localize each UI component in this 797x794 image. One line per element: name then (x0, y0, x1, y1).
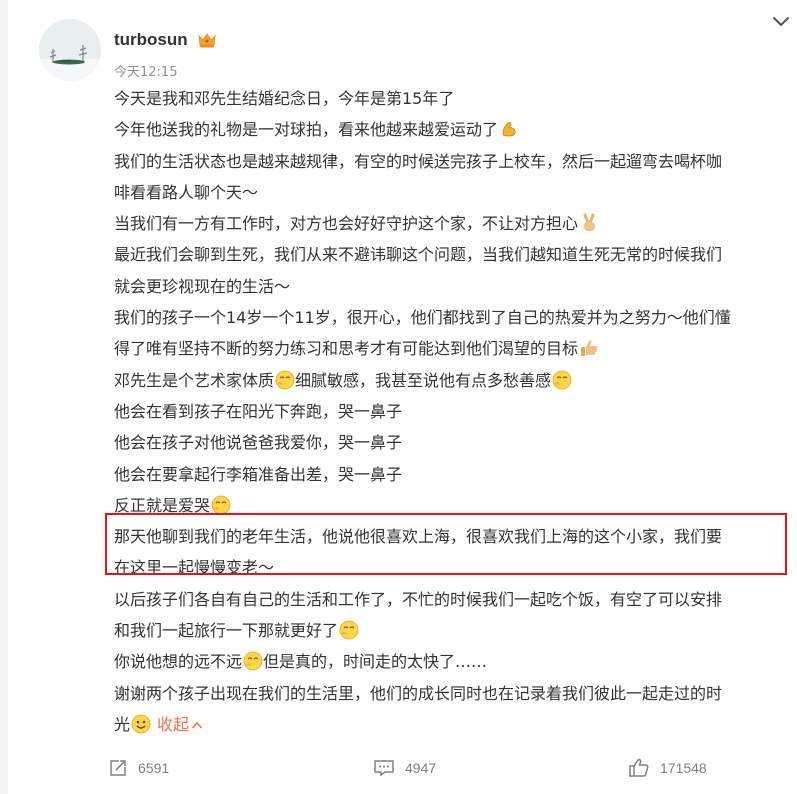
line-text: 最近我们会聊到生死，我们从来不避讳聊这个问题，当我们越知道生死无常的时候我们 (114, 245, 723, 265)
username[interactable]: turbosun (114, 30, 188, 50)
text-line: 他会在孩子对他说爸爸我爱你，哭一鼻子 (114, 427, 784, 458)
text-line: 你说他想的远不远 但是真的，时间走的太快了…… (114, 646, 784, 677)
comment-count: 4947 (405, 760, 437, 776)
like-button[interactable]: 171548 (628, 758, 707, 778)
chevron-up-icon[interactable] (191, 720, 203, 730)
post-body: 今天是我和邓先生结婚纪念日，今年是第15年了 今年他送我的礼物是一对球拍，看来他… (114, 83, 784, 740)
comment-button[interactable]: 4947 (373, 758, 436, 778)
line-text: 他会在孩子对他说爸爸我爱你，哭一鼻子 (114, 433, 403, 453)
highlight-box (105, 513, 787, 575)
repost-button[interactable]: 6591 (108, 758, 169, 778)
avatar-image (39, 19, 101, 81)
text-line: 他会在要拿起行李箱准备出差，哭一鼻子 (114, 459, 784, 490)
line-text: 我们的生活状态也是越来越规律，有空的时候送完孩子上校车，然后一起遛弯去喝杯咖 (114, 151, 723, 171)
thumbs-up-emoji-icon (581, 340, 598, 357)
text-line: 今年他送我的礼物是一对球拍，看来他越来越爱运动了 (114, 114, 784, 145)
text-line: 光 收起 (114, 709, 784, 740)
line-text: 他会在要拿起行李箱准备出差，哭一鼻子 (114, 464, 403, 484)
chevron-down-icon[interactable] (771, 14, 791, 30)
text-line: 谢谢两个孩子出现在我们的生活里，他们的成长同时也在记录着我们彼此一起走过的时 (114, 678, 784, 709)
line-text: 反正就是爱哭 (114, 495, 211, 515)
post-timestamp[interactable]: 今天12:15 (114, 61, 177, 80)
line-text: 以后孩子们各自有自己的生活和工作了，不忙的时候我们一起吃个饭，有空了可以安排 (114, 589, 723, 609)
line-text: 细腻敏感，我甚至说他有点多愁善感 (295, 370, 552, 390)
sly-smile-emoji-icon (243, 651, 263, 671)
collapse-label[interactable]: 收起 (157, 715, 189, 734)
thumbs-up-icon (629, 758, 649, 777)
line-text: 但是真的，时间走的太快了…… (263, 652, 488, 672)
line-text: 和我们一起旅行一下那就更好了 (114, 621, 339, 641)
weibo-post-card: turbosun 今天12:15 今天是我和邓先生结婚纪念日，今年是第15年了 … (8, 0, 797, 794)
line-text: 我们的孩子一个14岁一个11岁，很开心，他们都找到了自己的热爱并为之努力～他们懂 (114, 308, 731, 328)
text-line: 得了唯有坚持不断的努力练习和思考才有可能达到他们渴望的目标 (114, 333, 784, 364)
text-line: 他会在看到孩子在阳光下奔跑，哭一鼻子 (114, 396, 784, 427)
repost-icon (110, 760, 126, 776)
flexed-bicep-emoji-icon (502, 122, 516, 137)
repost-count: 6591 (138, 760, 170, 776)
smile-emoji-icon (131, 714, 151, 734)
crown-icon (198, 33, 216, 48)
comment-icon (374, 760, 394, 777)
line-text: 他会在看到孩子在阳光下奔跑，哭一鼻子 (114, 401, 403, 421)
line-text: 得了唯有坚持不断的努力练习和思考才有可能达到他们渴望的目标 (114, 339, 579, 359)
victory-hand-emoji-icon (583, 213, 596, 232)
line-text: 邓先生是个艺术家体质 (114, 370, 275, 390)
sly-smile-emoji-icon (552, 370, 572, 390)
sly-smile-emoji-icon (211, 495, 231, 515)
line-text: 今年他送我的礼物是一对球拍，看来他越来越爱运动了 (114, 120, 499, 140)
text-line: 我们的生活状态也是越来越规律，有空的时候送完孩子上校车，然后一起遛弯去喝杯咖 (114, 146, 784, 177)
action-bar: 6591 4947 171548 (8, 750, 797, 790)
text-line: 和我们一起旅行一下那就更好了 (114, 615, 784, 646)
text-line: 就会更珍视现在的生活～ (114, 271, 784, 302)
collapse-link[interactable]: 收起 (157, 715, 203, 734)
line-text: 今天是我和邓先生结婚纪念日，今年是第15年了 (114, 89, 455, 108)
line-text: 光 (114, 714, 131, 734)
sly-smile-emoji-icon (339, 620, 359, 640)
text-line: 以后孩子们各自有自己的生活和工作了，不忙的时候我们一起吃个饭，有空了可以安排 (114, 584, 784, 615)
text-line: 今天是我和邓先生结婚纪念日，今年是第15年了 (114, 83, 784, 114)
line-text: 你说他想的远不远 (114, 652, 243, 672)
line-text: 啡看看路人聊个天～ (114, 182, 259, 202)
text-line: 最近我们会聊到生死，我们从来不避讳聊这个问题，当我们越知道生死无常的时候我们 (114, 239, 784, 270)
text-line: 当我们有一方有工作时，对方也会好好守护这个家，不让对方担心 (114, 208, 784, 239)
text-line: 我们的孩子一个14岁一个11岁，很开心，他们都找到了自己的热爱并为之努力～他们懂 (114, 302, 784, 333)
line-text: 谢谢两个孩子出现在我们的生活里，他们的成长同时也在记录着我们彼此一起走过的时 (114, 683, 723, 703)
sly-smile-emoji-icon (275, 370, 295, 390)
avatar[interactable] (39, 19, 101, 81)
text-line: 邓先生是个艺术家体质 细腻敏感，我甚至说他有点多愁善感 (114, 365, 784, 396)
line-text: 就会更珍视现在的生活～ (114, 276, 291, 296)
line-text: 当我们有一方有工作时，对方也会好好守护这个家，不让对方担心 (114, 214, 579, 234)
text-line: 啡看看路人聊个天～ (114, 177, 784, 208)
like-count: 171548 (660, 760, 707, 776)
